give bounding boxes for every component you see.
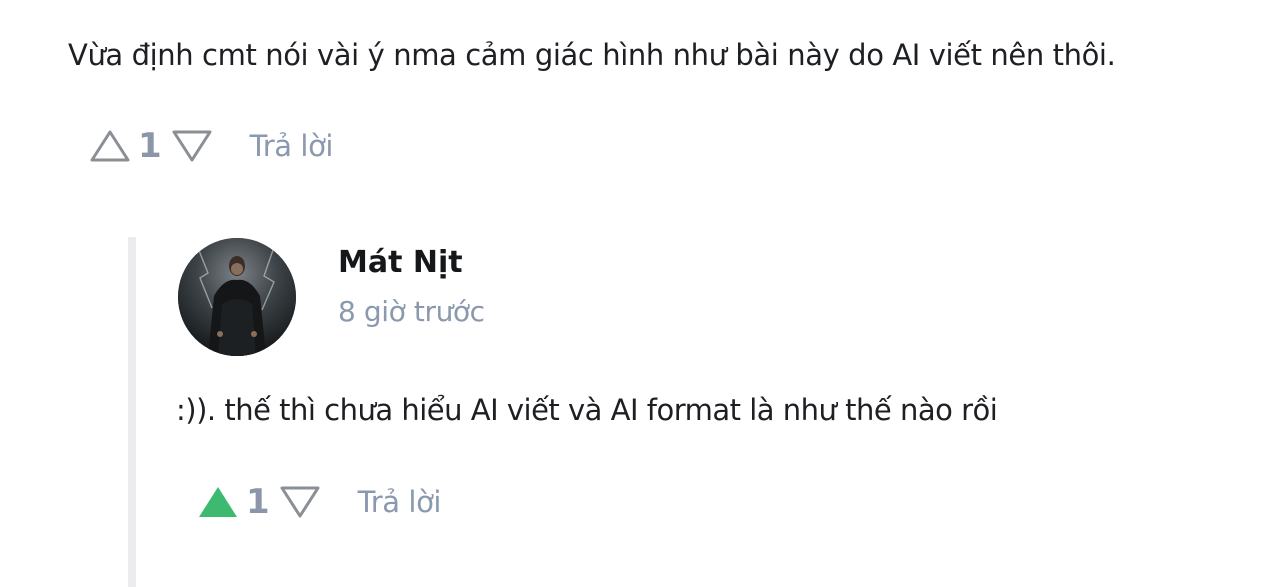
thread-line xyxy=(128,237,136,587)
downvote-button[interactable] xyxy=(170,124,214,168)
triangle-down-icon xyxy=(280,486,320,518)
triangle-up-icon xyxy=(90,130,130,162)
avatar-image xyxy=(178,238,296,356)
triangle-down-icon xyxy=(172,130,212,162)
reply-comment-actions: 1 Trả lời xyxy=(196,480,441,524)
parent-comment-text: Vừa định cmt nói vài ý nma cảm giác hình… xyxy=(68,38,1116,72)
reply-comment-text: :)). thế thì chưa hiểu AI viết và AI for… xyxy=(176,393,998,427)
triangle-up-icon xyxy=(199,487,237,517)
vote-count: 1 xyxy=(138,126,162,166)
comment-author[interactable]: Mát Nịt xyxy=(338,245,463,280)
vote-count: 1 xyxy=(246,482,270,522)
parent-comment-actions: 1 Trả lời xyxy=(88,124,333,168)
upvote-button[interactable] xyxy=(196,480,240,524)
reply-link[interactable]: Trả lời xyxy=(358,485,442,519)
upvote-button[interactable] xyxy=(88,124,132,168)
reply-link[interactable]: Trả lời xyxy=(250,129,334,163)
avatar[interactable] xyxy=(178,238,296,356)
downvote-button[interactable] xyxy=(278,480,322,524)
comment-timestamp: 8 giờ trước xyxy=(338,295,485,328)
